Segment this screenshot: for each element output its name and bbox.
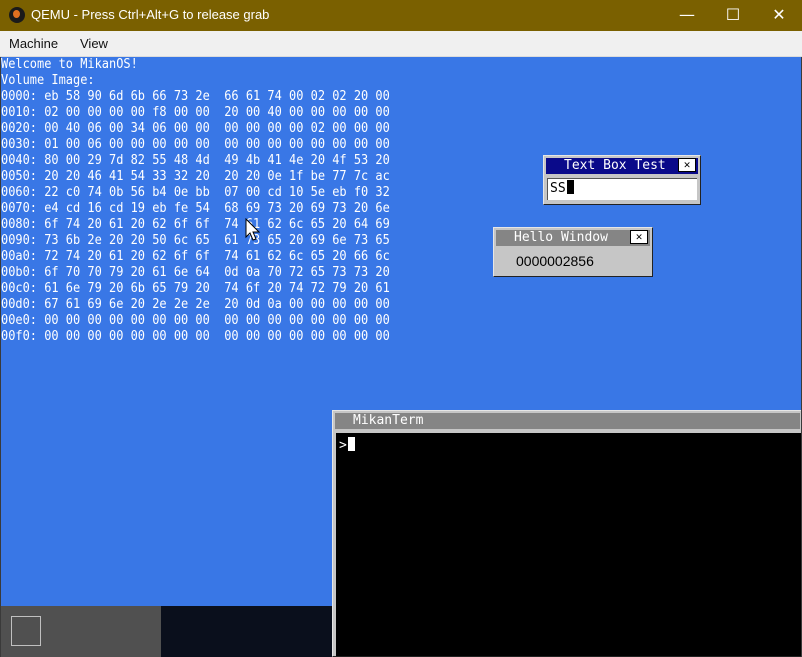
start-button[interactable]: [11, 616, 41, 646]
counter-value: 0000002856: [516, 253, 594, 269]
minimize-button[interactable]: —: [664, 0, 710, 31]
mouse-pointer-icon: [245, 218, 261, 241]
hello-window[interactable]: Hello Window ✕ 0000002856: [493, 227, 653, 277]
console-line: 0000: eb 58 90 6d 6b 66 73 2e 66 61 74 0…: [1, 89, 390, 104]
text-box-input[interactable]: SS: [547, 178, 697, 200]
window-title-bar[interactable]: Hello Window: [496, 230, 650, 246]
guest-screen[interactable]: Welcome to MikanOS! Volume Image: 0000: eb…: [1, 57, 801, 657]
console-line: 0070: e4 cd 16 cd 19 eb fe 54 68 69 73 2…: [1, 201, 390, 216]
menu-machine[interactable]: Machine: [9, 36, 58, 51]
host-titlebar[interactable]: QEMU - Press Ctrl+Alt+G to release grab …: [0, 0, 802, 31]
console-line: 0040: 80 00 29 7d 82 55 48 4d 49 4b 41 4…: [1, 153, 390, 168]
console-line: 00e0: 00 00 00 00 00 00 00 00 00 00 00 0…: [1, 313, 390, 328]
terminal-prompt: >: [339, 437, 355, 454]
console-line: 0010: 02 00 00 00 00 f8 00 00 20 00 40 0…: [1, 105, 390, 120]
menu-bar: Machine View: [0, 31, 802, 57]
text-box-value: SS: [550, 181, 566, 196]
window-title: QEMU - Press Ctrl+Alt+G to release grab: [31, 7, 270, 22]
text-box-test-window[interactable]: Text Box Test ✕ SS: [543, 155, 701, 205]
console-output: Welcome to MikanOS! Volume Image: 0000: eb…: [1, 57, 390, 345]
close-button[interactable]: ✕: [756, 0, 802, 31]
menu-view[interactable]: View: [80, 36, 108, 51]
console-line: Welcome to MikanOS!: [1, 57, 138, 72]
console-line: 00f0: 00 00 00 00 00 00 00 00 00 00 00 0…: [1, 329, 390, 344]
taskbar: [1, 606, 332, 657]
window-title-bar[interactable]: MikanTerm: [335, 413, 800, 429]
console-line: 00a0: 72 74 20 61 20 62 6f 6f 74 61 62 6…: [1, 249, 390, 264]
console-line: 0020: 00 40 06 00 34 06 00 00 00 00 00 0…: [1, 121, 390, 136]
console-line: 0090: 73 6b 2e 20 20 50 6c 65 61 73 65 2…: [1, 233, 390, 248]
close-icon[interactable]: ✕: [678, 158, 696, 172]
console-line: 00c0: 61 6e 79 20 6b 65 79 20 74 6f 20 7…: [1, 281, 390, 296]
console-line: Volume Image:: [1, 73, 95, 88]
mikanterm-window[interactable]: MikanTerm >: [332, 410, 801, 657]
text-cursor: [566, 180, 574, 194]
console-line: 0060: 22 c0 74 0b 56 b4 0e bb 07 00 cd 1…: [1, 185, 390, 200]
taskbar-dark-area: [161, 606, 332, 657]
qemu-logo-icon: [9, 7, 25, 23]
close-icon[interactable]: ✕: [630, 230, 648, 244]
terminal-body[interactable]: >: [336, 433, 801, 656]
console-line: 0030: 01 00 06 00 00 00 00 00 00 00 00 0…: [1, 137, 390, 152]
taskbar-strip: [1, 606, 161, 657]
console-line: 0080: 6f 74 20 61 20 62 6f 6f 74 61 62 6…: [1, 217, 390, 232]
window-title-bar[interactable]: Text Box Test: [546, 158, 698, 174]
console-line: 00d0: 67 61 69 6e 20 2e 2e 2e 20 0d 0a 0…: [1, 297, 390, 312]
console-line: 00b0: 6f 70 70 79 20 61 6e 64 0d 0a 70 7…: [1, 265, 390, 280]
maximize-button[interactable]: ☐: [710, 0, 756, 31]
console-line: 0050: 20 20 46 41 54 33 32 20 20 20 0e 1…: [1, 169, 390, 184]
terminal-cursor: [347, 437, 355, 451]
